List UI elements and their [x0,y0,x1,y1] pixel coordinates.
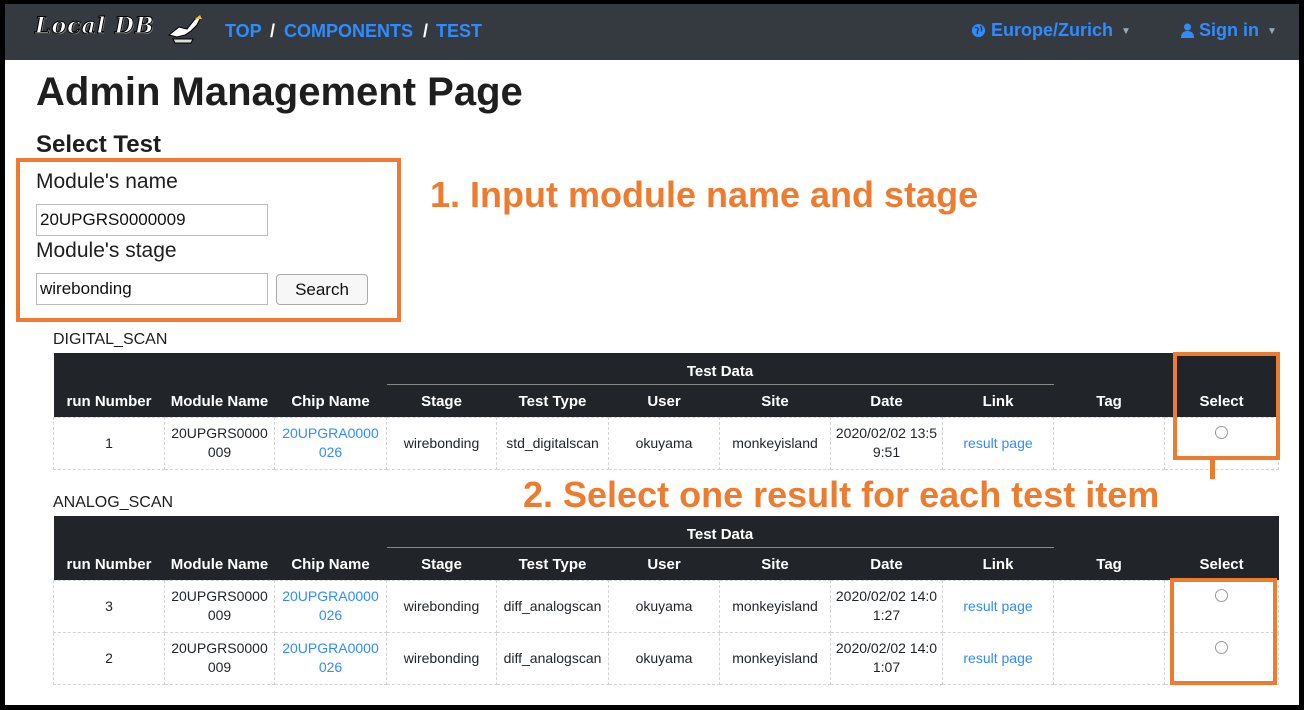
cell-date: 2020/02/02 14:01:07 [830,631,943,685]
globe-icon [971,23,986,38]
cell-run-number: 3 [53,579,165,633]
logo[interactable]: Local DB [34,13,203,45]
cell-tag [1053,416,1166,470]
cell-date: 2020/02/02 14:01:27 [830,579,943,633]
signin-label: Sign in [1199,20,1260,40]
chevron-down-icon: ▼ [1121,25,1131,37]
digital-scan-title: DIGITAL_SCAN [53,331,168,348]
header-select: Select [1164,516,1279,580]
analog-scan-title: ANALOG_SCAN [53,494,174,511]
annotation-step2: 2. Select one result for each test item [523,474,1160,515]
header-test-data-label: Test Data [386,526,1054,548]
signin-dropdown[interactable]: Sign in ▼ [1181,20,1277,41]
header-test-data: Test Data [386,353,1054,385]
header-date: Date [830,548,943,580]
header-test-data-label: Test Data [386,363,1054,385]
header-site: Site [719,548,831,580]
cell-module-name: 20UPGRS0000009 [164,631,275,685]
header-tag: Tag [1053,353,1165,417]
page-title: Admin Management Page [36,70,523,114]
cell-test-type: diff_analogscan [496,579,609,633]
cell-user: okuyama [608,416,720,470]
cell-user: okuyama [608,631,720,685]
header-run-number: run Number [53,516,165,580]
header-site: Site [719,385,831,417]
annotation-box-select-digital [1173,352,1280,460]
cell-run-number: 1 [53,416,165,470]
cell-user: okuyama [608,579,720,633]
header-stage: Stage [386,385,497,417]
cell-date: 2020/02/02 13:59:51 [830,416,943,470]
breadcrumb-top[interactable]: TOP [225,21,262,42]
cell-tag [1053,631,1166,685]
header-run-number: run Number [53,353,165,417]
cell-stage: wirebonding [386,579,497,633]
header-chip-name: Chip Name [274,353,387,417]
cell-test-type: std_digitalscan [496,416,609,470]
cell-tag [1053,579,1166,633]
table-row: 3 20UPGRS0000009 20UPGRA0000026 wirebond… [53,579,1280,633]
header-test-type: Test Type [496,548,609,580]
header-user: User [608,385,720,417]
cell-site: monkeyisland [719,579,831,633]
cell-test-type: diff_analogscan [496,631,609,685]
breadcrumb-separator: / [270,21,276,41]
cell-stage: wirebonding [386,631,497,685]
analog-scan-table: run Number Module Name Chip Name Test Da… [53,516,1280,685]
breadcrumb-test[interactable]: TEST [436,21,482,42]
result-page-link[interactable]: result page [941,631,1055,685]
header-link: Link [942,385,1054,417]
logo-text: Local DB [34,13,155,40]
user-icon [1181,23,1194,38]
header-module-name: Module Name [164,516,275,580]
result-page-link[interactable]: result page [941,579,1055,633]
header-link: Link [942,548,1054,580]
cell-stage: wirebonding [386,416,497,470]
chip-name-link[interactable]: 20UPGRA0000026 [274,416,387,470]
header-test-type: Test Type [496,385,609,417]
cell-module-name: 20UPGRS0000009 [164,579,275,633]
header-tag: Tag [1053,516,1165,580]
cell-run-number: 2 [53,631,165,685]
annotation-connector [1210,457,1215,479]
chip-name-link[interactable]: 20UPGRA0000026 [274,631,387,685]
cell-module-name: 20UPGRS0000009 [164,416,275,470]
header-date: Date [830,385,943,417]
timezone-label: Europe/Zurich [991,20,1114,40]
cell-site: monkeyisland [719,416,831,470]
page-frame: Local DB TOP / COMPONENTS / TEST Europe/… [5,4,1299,705]
annotation-step1: 1. Input module name and stage [430,174,979,215]
annotation-box-input [16,158,401,322]
result-page-link[interactable]: result page [941,416,1055,470]
breadcrumb-components[interactable]: COMPONENTS [284,21,413,42]
digital-scan-table: run Number Module Name Chip Name Test Da… [53,353,1280,470]
navbar: Local DB TOP / COMPONENTS / TEST Europe/… [5,4,1299,60]
eagle-icon [167,15,202,44]
table-row: 1 20UPGRS0000009 20UPGRA0000026 wirebond… [53,416,1280,470]
table-row: 2 20UPGRS0000009 20UPGRA0000026 wirebond… [53,631,1280,685]
cell-site: monkeyisland [719,631,831,685]
section-title: Select Test [36,131,161,158]
header-test-data: Test Data [386,516,1054,548]
header-module-name: Module Name [164,353,275,417]
header-chip-name: Chip Name [274,516,387,580]
header-stage: Stage [386,548,497,580]
timezone-dropdown[interactable]: Europe/Zurich ▼ [971,20,1131,41]
header-user: User [608,548,720,580]
annotation-box-select-analog [1170,578,1277,685]
chevron-down-icon: ▼ [1267,25,1277,37]
chip-name-link[interactable]: 20UPGRA0000026 [274,579,387,633]
breadcrumb-separator: / [423,21,429,41]
